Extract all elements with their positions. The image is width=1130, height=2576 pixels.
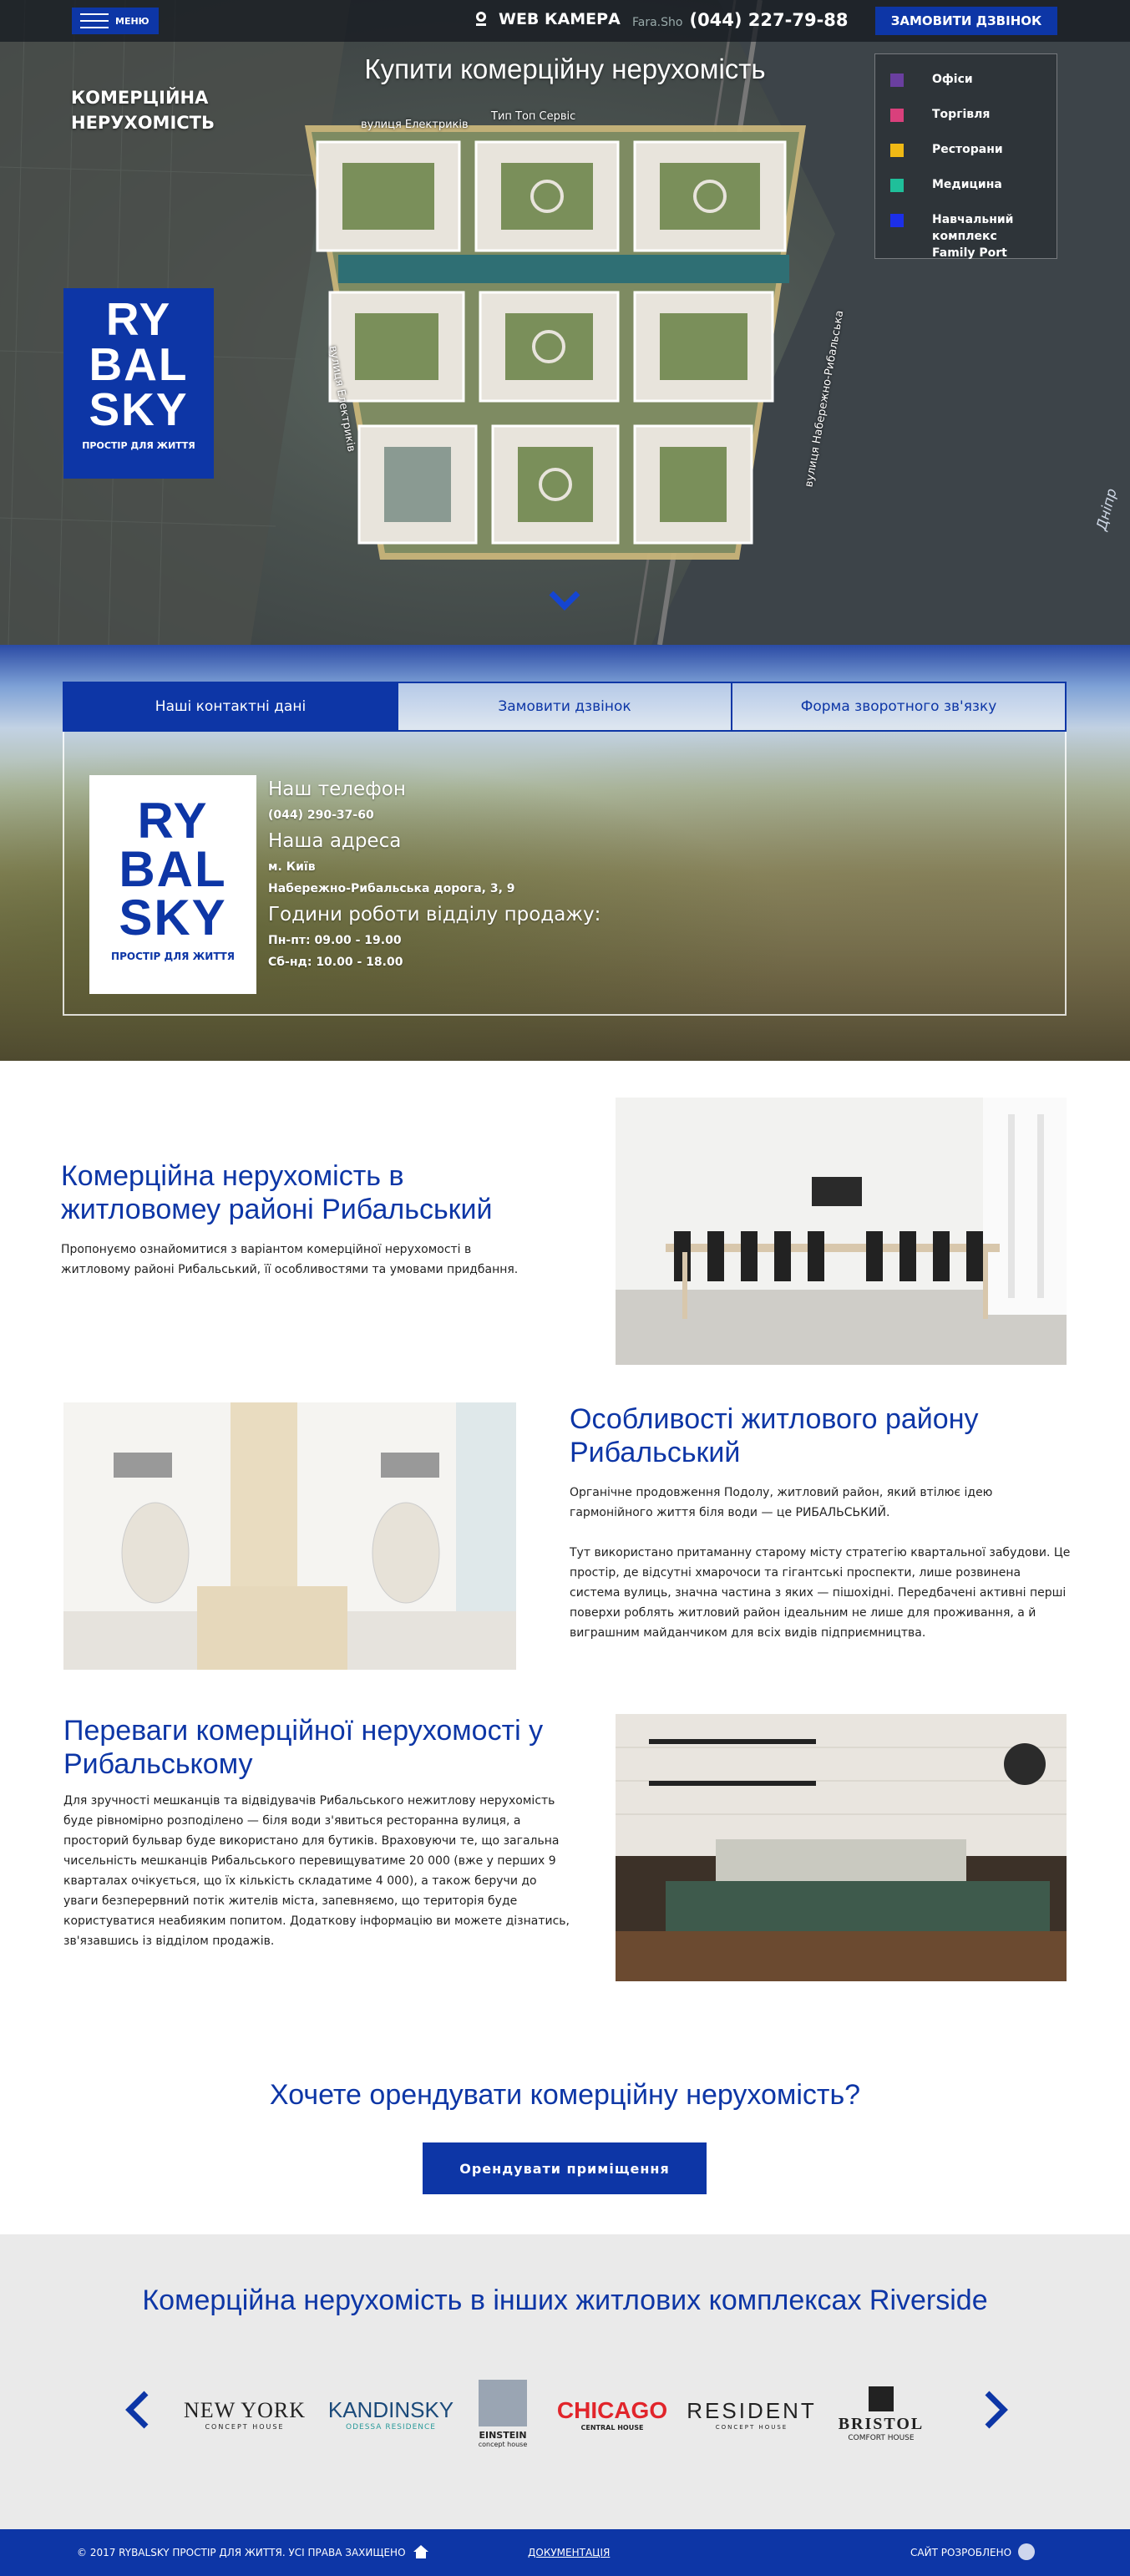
contact-street: Набережно-Рибальська дорога, 3, 9	[268, 882, 515, 895]
top-bar: МЕНЮ WEB КАМЕРА Fara.Sho (044) 227-79-88…	[0, 0, 1130, 42]
tab-feedback-form[interactable]: Форма зворотного зв'язку	[732, 682, 1067, 732]
rent-cta: Хочете орендувати комерційну нерухомість…	[0, 2000, 1130, 2234]
street-label-tip-top: Тип Топ Сервіс	[491, 110, 576, 123]
dental-clinic-photo	[63, 1402, 516, 1670]
section-features-title: Особливості житлового району Рибальський	[570, 1403, 979, 1468]
partner-logo-chicago[interactable]: CHICAGO CENTRAL HOUSE	[554, 2376, 671, 2452]
section-advantages: Переваги комерційної нерухомості у Рибал…	[0, 1687, 1130, 2000]
legend-swatch	[890, 109, 904, 122]
hero-subtitle-line2: НЕРУХОМІСТЬ	[71, 113, 215, 133]
section-commercial-title: Комерційна нерухомість в житловомеу райо…	[61, 1160, 493, 1225]
carousel-next-icon[interactable]	[979, 2389, 1012, 2431]
section-advantages-title: Переваги комерційної нерухомості у Рибал…	[63, 1715, 544, 1780]
section-features: Особливості житлового району Рибальський…	[0, 1374, 1130, 1687]
footer: © 2017 RYBALSKY ПРОСТІР ДЛЯ ЖИТТЯ. УСІ П…	[0, 2529, 1130, 2576]
hours-weekend: Сб-нд: 10.00 - 18.00	[268, 956, 403, 969]
legend-item[interactable]: Медицина	[890, 176, 1041, 193]
tab-order-call[interactable]: Замовити дзвінок	[398, 682, 732, 732]
water-channels	[338, 255, 789, 283]
partner-logo-kandinsky[interactable]: KANDINSKY ODESSA RESIDENCE	[324, 2376, 458, 2452]
partner-logo-einstein[interactable]: EINSTEIN concept house	[473, 2376, 533, 2452]
contact-panel: RY BAL SKY ПРОСТІР ДЛЯ ЖИТТЯ Наш телефон…	[63, 732, 1067, 1016]
hamburger-icon	[80, 13, 109, 28]
chevron-down-icon[interactable]	[548, 585, 581, 618]
einstein-portrait-icon	[479, 2380, 527, 2426]
legend-label: Торгівля	[932, 108, 991, 121]
contact-section: Наші контактні дані Замовити дзвінок Фор…	[0, 645, 1130, 1061]
phone-prefix: Fara.Sho	[632, 16, 683, 29]
menu-button[interactable]: МЕНЮ	[72, 8, 159, 34]
tab-contact-data[interactable]: Наші контактні дані	[63, 682, 398, 732]
rent-premises-button[interactable]: Орендувати приміщення	[423, 2142, 707, 2194]
legend-item[interactable]: Офіси	[890, 71, 1041, 88]
legend-item[interactable]: Торгівля	[890, 106, 1041, 123]
legend-label: Навчальний комплекс Family Port	[932, 213, 1014, 260]
contact-info: Наш телефон (044) 290-37-60 Наша адреса …	[268, 778, 600, 977]
hours-weekdays: Пн-пт: 09.00 - 19.00	[268, 934, 402, 947]
partner-logo-resident[interactable]: RESIDENT CONCEPT HOUSE	[687, 2376, 814, 2452]
address-heading: Наша адреса	[268, 830, 402, 852]
phone-number: (044) 227-79-88	[689, 10, 849, 30]
partners-section: Комерційна нерухомість в інших житлових …	[0, 2234, 1130, 2529]
developer-logo-icon[interactable]	[1017, 2543, 1036, 2561]
home-icon[interactable]	[413, 2544, 429, 2559]
footer-copyright: © 2017 RYBALSKY ПРОСТІР ДЛЯ ЖИТТЯ. УСІ П…	[77, 2547, 406, 2558]
phone-heading: Наш телефон	[268, 778, 406, 800]
hours-heading: Години роботи відділу продажу:	[268, 904, 601, 925]
legend-label: Ресторани	[932, 143, 1003, 156]
webcam-label: WEB КАМЕРА	[499, 10, 621, 28]
partner-logo-new-york[interactable]: NEW YORK CONCEPT HOUSE	[182, 2376, 307, 2452]
carousel-prev-icon[interactable]	[121, 2389, 155, 2431]
cafe-photo	[616, 1714, 1067, 1981]
legend-swatch	[890, 179, 904, 192]
logo-line3: SKY	[119, 890, 227, 946]
office-photo	[616, 1098, 1067, 1365]
logo-line2: BAL	[89, 338, 189, 390]
header-phone[interactable]: Fara.Sho (044) 227-79-88	[632, 10, 849, 30]
site-plan-map[interactable]	[305, 109, 839, 576]
rybalsky-logo[interactable]: RY BAL SKY ПРОСТІР ДЛЯ ЖИТТЯ	[63, 288, 214, 479]
street-label-electrikiv: вулиця Електриків	[361, 119, 469, 131]
contact-city: м. Київ	[268, 860, 316, 874]
legend-swatch	[890, 214, 904, 227]
contact-logo: RY BAL SKY ПРОСТІР ДЛЯ ЖИТТЯ	[89, 775, 256, 994]
contact-phone[interactable]: (044) 290-37-60	[268, 809, 600, 822]
building-blocks	[316, 140, 787, 545]
legend-item[interactable]: Навчальний комплекс Family Port	[890, 211, 1041, 261]
hero-subtitle: КОМЕРЦІЙНА НЕРУХОМІСТЬ	[71, 85, 215, 135]
section-advantages-text: Для зручності мешканців та відвідувачів …	[63, 1794, 570, 1948]
legend-item[interactable]: Ресторани	[890, 141, 1041, 158]
hero-subtitle-line1: КОМЕРЦІЙНА	[71, 88, 209, 108]
hero-section: МЕНЮ WEB КАМЕРА Fara.Sho (044) 227-79-88…	[0, 0, 1130, 645]
section-features-text2: Тут використано притаманну старому місту…	[570, 1546, 1071, 1640]
logo-line1: RY	[137, 793, 209, 849]
logo-line1: RY	[105, 293, 172, 345]
legend-label: Медицина	[932, 178, 1002, 191]
legend-label: Офіси	[932, 73, 973, 86]
legend-swatch	[890, 74, 904, 87]
partner-logo-bristol[interactable]: BRISTOL COMFORT HOUSE	[827, 2376, 935, 2452]
footer-docs-link[interactable]: ДОКУМЕНТАЦІЯ	[528, 2547, 610, 2558]
footer-developer: САЙТ РОЗРОБЛЕНО	[910, 2547, 1012, 2558]
logo-tagline: ПРОСТІР ДЛЯ ЖИТТЯ	[111, 951, 235, 962]
logo-tagline: ПРОСТІР ДЛЯ ЖИТТЯ	[82, 440, 195, 451]
logo-line3: SKY	[89, 383, 189, 435]
webcam-link[interactable]: WEB КАМЕРА	[472, 10, 621, 28]
logo-line2: BAL	[119, 841, 227, 897]
contact-tabs: Наші контактні дані Замовити дзвінок Фор…	[63, 682, 1067, 732]
order-call-button[interactable]: ЗАМОВИТИ ДЗВІНОК	[875, 7, 1057, 35]
rent-cta-title: Хочете орендувати комерційну нерухомість…	[269, 2079, 861, 2111]
partners-title: Комерційна нерухомість в інших житлових …	[142, 2284, 988, 2316]
section-commercial-text: Пропонуємо ознайомитися з варіантом коме…	[61, 1243, 519, 1276]
section-features-text1: Органічне продовження Подолу, житловий р…	[570, 1486, 993, 1519]
menu-label: МЕНЮ	[115, 15, 149, 27]
webcam-icon	[476, 12, 486, 26]
map-legend: Офіси Торгівля Ресторани Медицина Навчальний…	[874, 53, 1057, 261]
bristol-crest-icon	[869, 2386, 894, 2411]
section-commercial: Комерційна нерухомість в житловомеу райо…	[0, 1061, 1130, 1374]
legend-swatch	[890, 144, 904, 157]
